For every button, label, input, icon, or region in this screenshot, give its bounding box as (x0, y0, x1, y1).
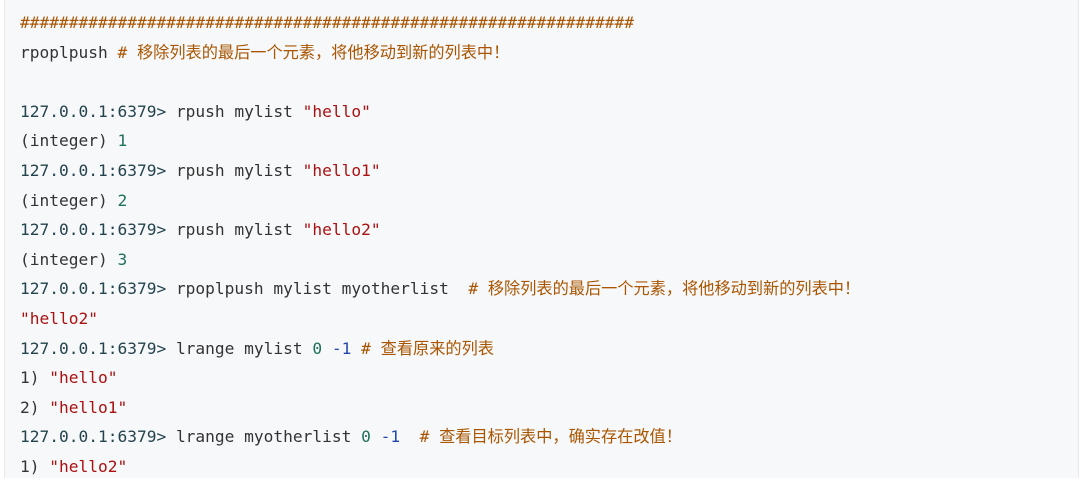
comment: # 查看原来的列表 (361, 338, 494, 358)
command: rpoplpush mylist myotherlist (175, 279, 449, 299)
command: rpush mylist (175, 220, 293, 240)
hash-separator: ########################################… (20, 13, 634, 32)
code-line-output: (integer) 2 (20, 186, 860, 216)
number-arg: 0 (312, 338, 323, 358)
prompt: 127.0.0.1:6379> (20, 160, 167, 180)
number-arg: 0 (361, 427, 371, 447)
code-line-output: 1) "hello2" (20, 452, 860, 482)
code-line-hashes: ########################################… (20, 8, 860, 38)
code-line-lrange-other: 127.0.0.1:6379> lrange myotherlist 0 -1 … (20, 422, 860, 452)
command-name: rpoplpush (20, 42, 108, 62)
code-block: ########################################… (4, 0, 1079, 478)
prompt: 127.0.0.1:6379> (20, 427, 167, 447)
integer-value: 2 (117, 190, 128, 210)
code-line-output: 2) "hello1" (20, 393, 860, 423)
integer-label: (integer) (20, 249, 108, 269)
code-line-lrange-mylist: 127.0.0.1:6379> lrange mylist 0 -1 # 查看原… (20, 334, 860, 364)
code-content: ########################################… (20, 8, 860, 482)
comment: # 移除列表的最后一个元素，将他移动到新的列表中！ (117, 42, 510, 62)
list-index: 1) (20, 456, 40, 476)
integer-value: 1 (117, 131, 128, 151)
prompt: 127.0.0.1:6379> (20, 279, 167, 299)
list-index: 1) (20, 368, 40, 388)
string-result: "hello2" (20, 308, 98, 328)
code-line-output: "hello2" (20, 304, 860, 334)
number-arg: -1 (331, 338, 352, 358)
code-line-output: (integer) 3 (20, 245, 860, 275)
code-line-rpush-hello2: 127.0.0.1:6379> rpush mylist "hello2" (20, 215, 860, 245)
integer-label: (integer) (20, 131, 108, 151)
command: rpush mylist (175, 160, 293, 180)
string-arg: "hello2" (302, 220, 381, 240)
list-index: 2) (20, 397, 40, 417)
prompt: 127.0.0.1:6379> (20, 101, 167, 121)
code-line-output: (integer) 1 (20, 126, 860, 156)
list-value: "hello2" (49, 456, 128, 476)
code-line-rpush-hello: 127.0.0.1:6379> rpush mylist "hello" (20, 97, 860, 127)
code-line-rpush-hello1: 127.0.0.1:6379> rpush mylist "hello1" (20, 156, 860, 186)
list-value: "hello1" (49, 397, 128, 417)
string-arg: "hello1" (302, 160, 381, 180)
list-value: "hello" (49, 368, 118, 388)
code-line-output: 1) "hello" (20, 363, 860, 393)
comment: # 查看目标列表中，确实存在改值！ (419, 427, 682, 447)
integer-value: 3 (117, 249, 128, 269)
prompt: 127.0.0.1:6379> (20, 338, 167, 358)
command: lrange mylist (175, 338, 303, 358)
number-arg: -1 (380, 427, 401, 447)
comment: # 移除列表的最后一个元素，将他移动到新的列表中！ (468, 279, 861, 299)
command: rpush mylist (175, 101, 293, 121)
code-line-heading: rpoplpush # 移除列表的最后一个元素，将他移动到新的列表中！ (20, 38, 860, 68)
string-arg: "hello" (302, 101, 371, 121)
prompt: 127.0.0.1:6379> (20, 220, 167, 240)
integer-label: (integer) (20, 190, 108, 210)
code-line-rpoplpush: 127.0.0.1:6379> rpoplpush mylist myother… (20, 274, 860, 304)
command: lrange myotherlist (175, 427, 352, 447)
